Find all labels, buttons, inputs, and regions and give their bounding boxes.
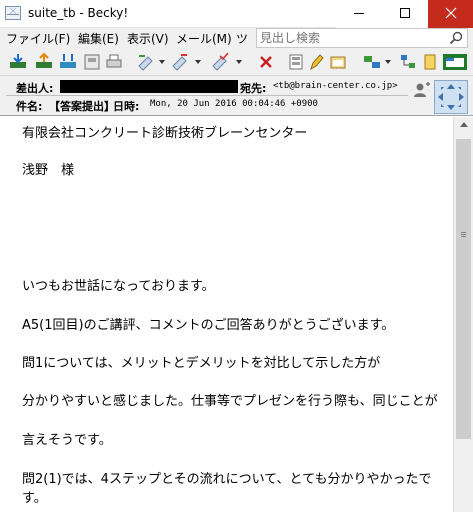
send-receive-icon[interactable]	[58, 52, 78, 72]
maximize-icon	[400, 8, 410, 18]
redacted-sender	[60, 80, 238, 93]
app-mail-icon	[5, 6, 21, 20]
header-search	[256, 28, 468, 48]
check-icon[interactable]	[210, 52, 230, 72]
grip-line	[461, 232, 466, 233]
body-line: A5(1回目)のご講評、コメントのご回答ありがとうございます。	[22, 318, 395, 333]
subject-label: 件名:	[16, 100, 43, 113]
body-line: 問1については、メリットとデメリットを対比して示した方が	[22, 356, 381, 371]
subject-value: 【答案提出】	[49, 100, 115, 113]
minimize-icon	[354, 12, 364, 14]
message-body[interactable]: 有限会社コンクリート診断技術ブレーンセンター 浅野 様 いつもお世話になっており…	[0, 117, 453, 512]
body-line: 分かりやすいと感じました。仕事等でプレゼンを行う際も、同じことが	[22, 394, 438, 409]
scroll-up-arrow-icon[interactable]	[460, 122, 468, 127]
receive-mail-icon[interactable]	[8, 52, 28, 72]
body-line: いつもお世話になっております。	[22, 279, 215, 294]
body-line: 有限会社コンクリート診断技術ブレーンセンター	[22, 126, 308, 141]
send-mail-icon[interactable]	[34, 52, 54, 72]
menu-view[interactable]: 表示(V)	[127, 30, 169, 47]
menu-mail[interactable]: メール(M)	[176, 30, 232, 47]
filter-icon[interactable]	[286, 52, 306, 72]
maximize-button[interactable]	[382, 0, 428, 28]
check-dropdown-arrow[interactable]	[236, 60, 242, 64]
grip-line	[461, 234, 466, 235]
body-line: 浅野 様	[22, 163, 75, 178]
add-contact-icon[interactable]	[413, 81, 431, 99]
grip-line	[461, 236, 466, 237]
menu-tools[interactable]: ツ	[236, 30, 248, 47]
window-title: suite_tb - Becky!	[28, 6, 129, 20]
scroll-thumb[interactable]	[456, 139, 471, 439]
close-button[interactable]	[428, 0, 473, 28]
toolbar	[0, 48, 473, 76]
to-label: 宛先:	[240, 82, 267, 95]
forward-icon[interactable]	[170, 52, 190, 72]
reply-icon[interactable]	[136, 52, 156, 72]
body-line: 言えそうです。	[22, 433, 112, 448]
vertical-scrollbar[interactable]	[453, 117, 473, 512]
header-divider	[6, 95, 408, 96]
header-search-input[interactable]	[257, 29, 443, 47]
title-bar: suite_tb - Becky!	[0, 0, 473, 28]
nav-arrows-icon	[438, 84, 464, 110]
tree-icon[interactable]	[398, 52, 418, 72]
print-icon[interactable]	[104, 52, 124, 72]
search-icon[interactable]	[449, 31, 463, 45]
clipboard-icon[interactable]	[420, 52, 440, 72]
close-icon	[445, 7, 456, 19]
delete-icon[interactable]	[256, 52, 276, 72]
minimize-button[interactable]	[336, 0, 382, 28]
address-book-icon[interactable]	[82, 52, 102, 72]
folder-icon[interactable]	[328, 52, 348, 72]
date-label: 日時:	[113, 100, 140, 113]
app-window-icon[interactable]	[442, 52, 468, 72]
body-line: す。	[22, 491, 47, 506]
body-line: 問2(1)では、4ステップとその流れについて、とても分かりやかったで	[22, 472, 432, 487]
to-value[interactable]: <tb@brain-center.co.jp>	[273, 81, 398, 91]
forward-dropdown-arrow[interactable]	[195, 60, 201, 64]
header-nav-pad[interactable]	[434, 80, 468, 114]
tools-icon[interactable]	[362, 52, 382, 72]
from-label: 差出人:	[16, 82, 54, 95]
menu-edit[interactable]: 編集(E)	[78, 30, 119, 47]
tools-dropdown-arrow[interactable]	[385, 60, 391, 64]
menu-file[interactable]: ファイル(F)	[6, 30, 70, 47]
pencil-icon[interactable]	[306, 52, 326, 72]
date-value: Mon, 20 Jun 2016 00:04:46 +0900	[150, 99, 318, 109]
reply-dropdown-arrow[interactable]	[159, 60, 165, 64]
